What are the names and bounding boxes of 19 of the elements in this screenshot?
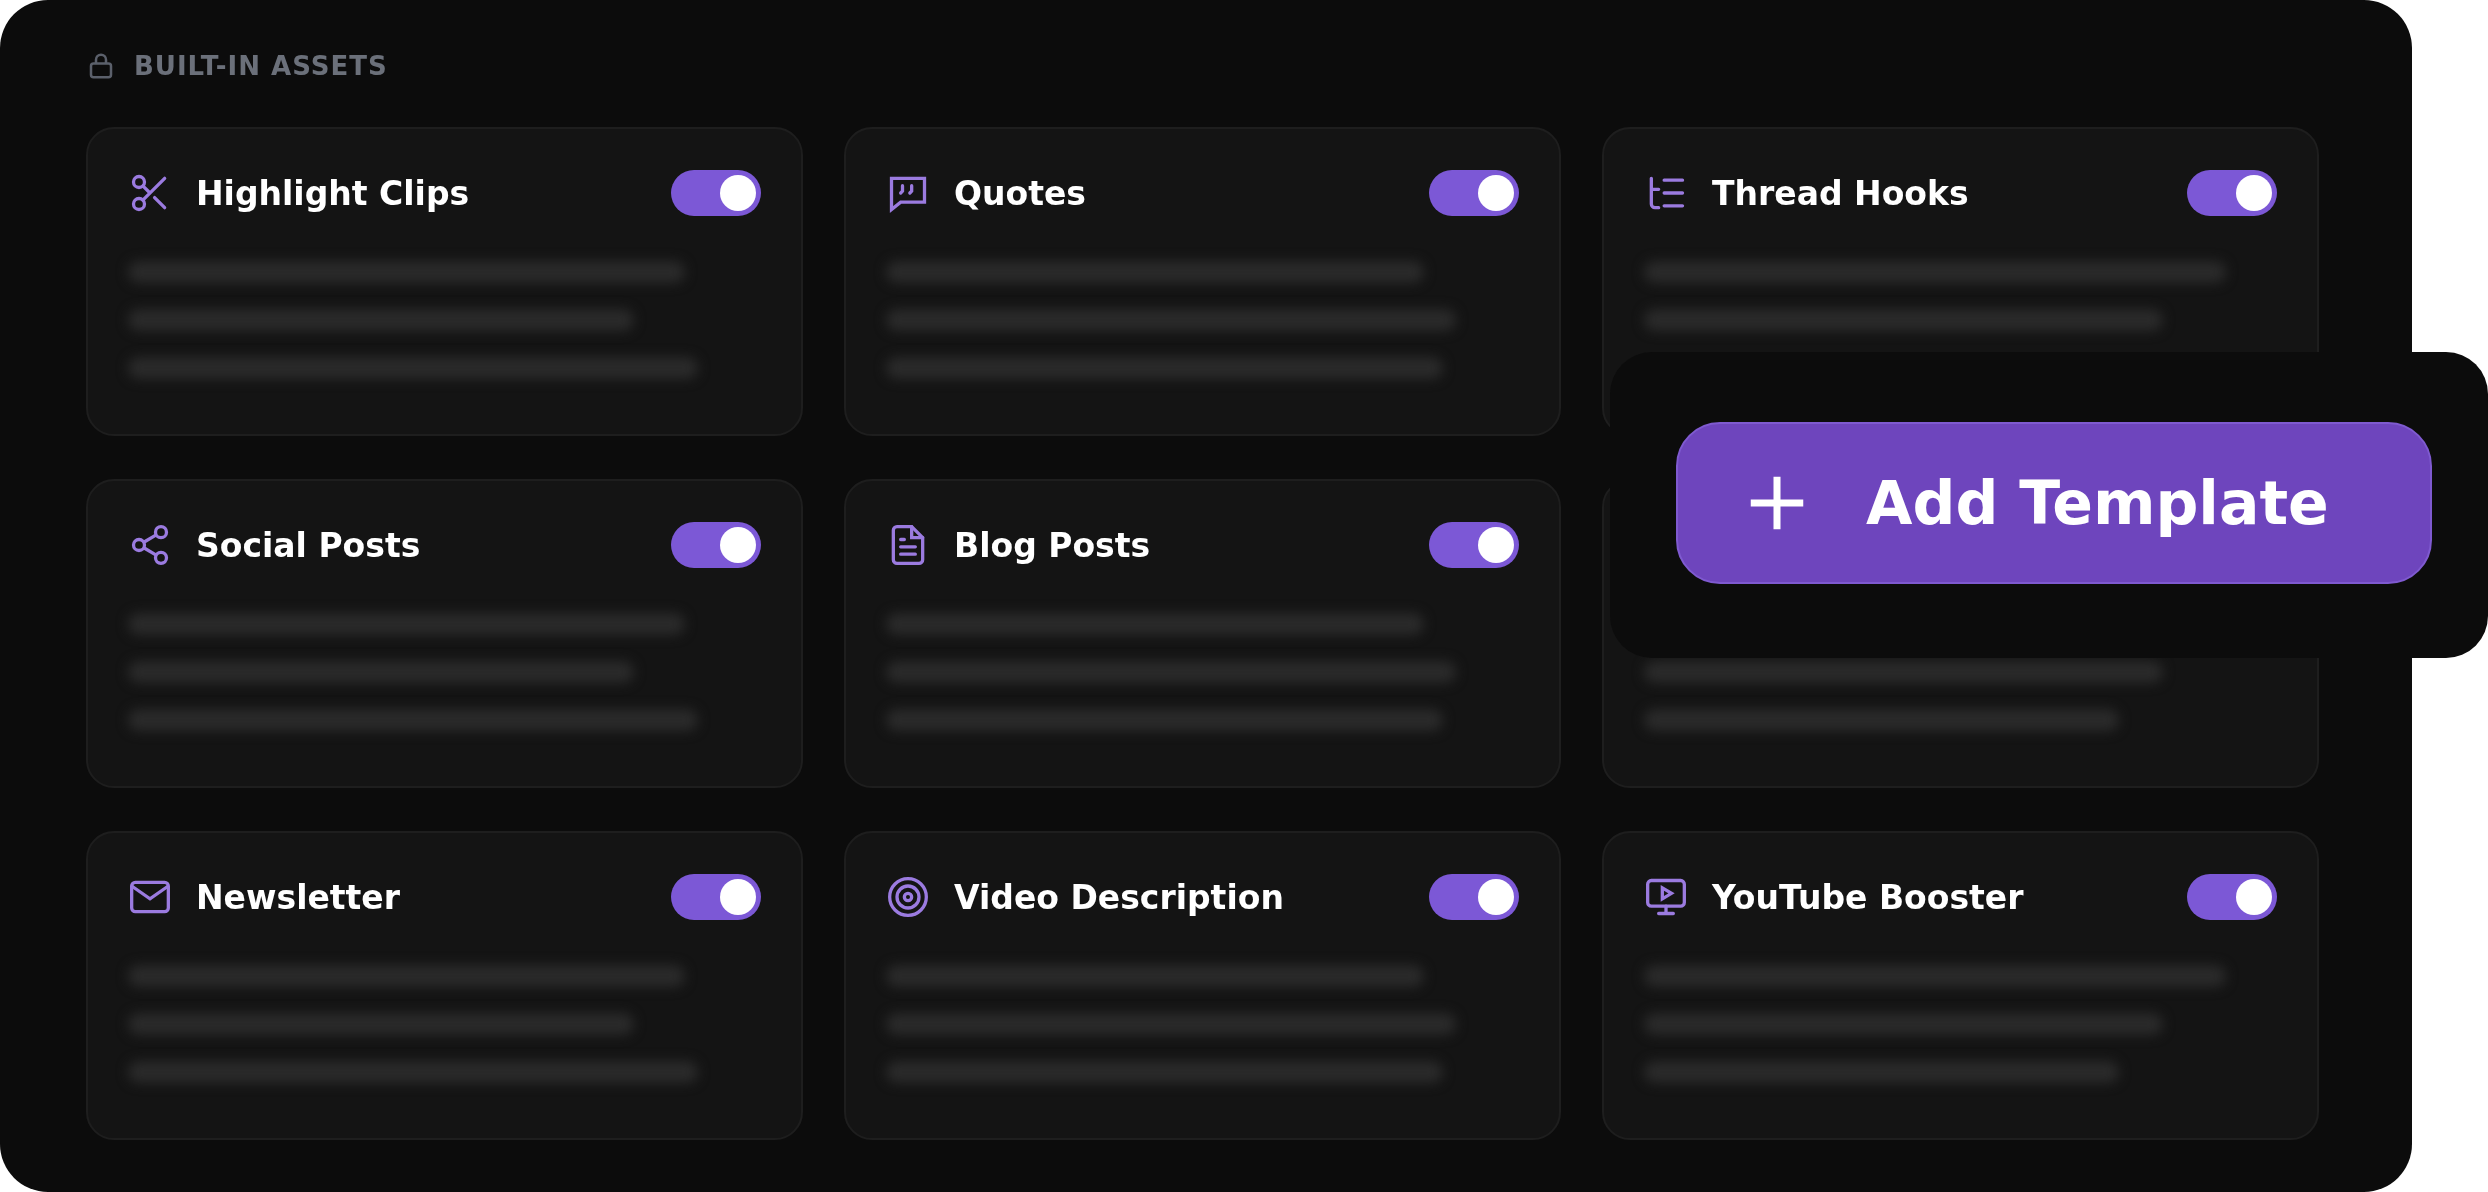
template-title: Video Description [954,877,1285,917]
template-title: Highlight Clips [196,173,471,213]
template-title: Social Posts [196,525,422,565]
toggle-switch[interactable] [1429,874,1519,920]
toggle-switch[interactable] [1429,170,1519,216]
toggle-switch[interactable] [671,522,761,568]
target-icon [886,875,930,919]
section-title: BUILT-IN ASSETS [134,51,388,81]
template-title: Blog Posts [954,525,1152,565]
add-template-button[interactable]: Add Template [1676,422,2432,584]
toggle-switch[interactable] [671,170,761,216]
template-title: YouTube Booster [1712,877,2025,917]
template-title: Newsletter [196,877,402,917]
toggle-switch[interactable] [2187,874,2277,920]
toggle-switch[interactable] [671,874,761,920]
template-title: Thread Hooks [1712,173,1970,213]
template-title: Quotes [954,173,1088,213]
toggle-switch[interactable] [1429,522,1519,568]
toggle-switch[interactable] [2187,170,2277,216]
